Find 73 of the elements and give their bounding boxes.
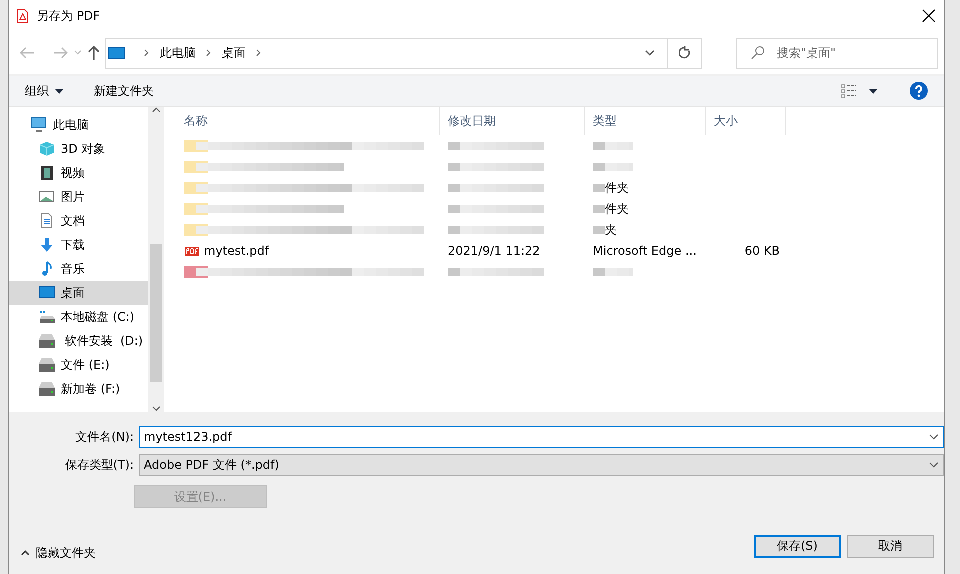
pixelated-redaction	[593, 266, 633, 278]
file-date: 2021/9/1 11:22	[448, 242, 540, 260]
sidebar-item[interactable]: 软件安装 (D:)	[9, 329, 148, 353]
scrollbar[interactable]	[148, 107, 164, 412]
help-icon[interactable]	[910, 82, 928, 100]
sidebar-item[interactable]: 图片	[9, 185, 148, 209]
search-field[interactable]: 搜索"桌面"	[736, 38, 938, 68]
drive-icon	[39, 333, 55, 349]
file-type: Microsoft Edge ...	[593, 242, 697, 260]
chevron-icon	[144, 49, 150, 57]
field-label: 文件名(N):	[74, 429, 134, 446]
sidebar-item[interactable]: 音乐	[9, 257, 148, 281]
breadcrumb-item[interactable]: 此电脑	[160, 44, 196, 62]
file-size: 60 KB	[744, 242, 780, 260]
dropdown-icon[interactable]	[645, 50, 655, 56]
sidebar-item[interactable]: 下载	[9, 233, 148, 257]
scroll-down-icon[interactable]	[152, 406, 160, 412]
file-type: 夹	[605, 222, 617, 238]
film-icon	[39, 165, 55, 181]
dropdown-icon	[929, 462, 939, 468]
monitor-icon	[39, 285, 55, 301]
window-title: 另存为 PDF	[37, 8, 100, 25]
filename-field[interactable]: mytest123.pdf	[139, 426, 944, 448]
drive-icon	[39, 381, 55, 397]
filetype-dropdown[interactable]: Adobe PDF 文件 (*.pdf)	[139, 454, 944, 476]
hide-folders-toggle[interactable]: 隐藏文件夹	[21, 544, 96, 562]
drive-icon	[39, 309, 55, 325]
sidebar-item[interactable]: 3D 对象	[9, 137, 148, 161]
save-button[interactable]: 保存(S)	[754, 534, 841, 558]
column-header[interactable]: 名称	[176, 107, 440, 135]
refresh-icon[interactable]	[678, 46, 690, 60]
sidebar-item[interactable]: 文档	[9, 209, 148, 233]
pixelated-redaction	[593, 140, 633, 152]
sidebar-item[interactable]: 本地磁盘 (C:)	[9, 305, 148, 329]
caret-icon	[55, 88, 64, 94]
monitor-icon	[108, 46, 126, 60]
cancel-button[interactable]: 取消	[847, 534, 934, 558]
sidebar-item[interactable]: 视频	[9, 161, 148, 185]
sidebar-item[interactable]: 此电脑	[9, 113, 148, 137]
up-icon[interactable]	[87, 45, 101, 61]
file-type: 件夹	[605, 180, 629, 196]
new-folder-button[interactable]: 新建文件夹	[94, 82, 154, 100]
column-header[interactable]: 大小	[706, 107, 786, 135]
scroll-up-icon[interactable]	[152, 107, 160, 113]
chevron-icon	[256, 49, 262, 57]
sidebar-item[interactable]: 桌面	[9, 281, 148, 305]
image-icon	[39, 189, 55, 205]
organize-menu[interactable]: 组织	[25, 82, 64, 100]
drive-icon	[39, 357, 55, 373]
view-icon[interactable]	[841, 84, 857, 98]
download-icon	[39, 237, 55, 253]
close-icon[interactable]	[922, 9, 936, 23]
cube-icon	[39, 141, 55, 157]
pdf-icon	[17, 8, 29, 24]
chevron-up-icon	[21, 550, 30, 556]
monitor-icon	[31, 117, 47, 133]
document-icon	[39, 213, 55, 229]
field-label: 保存类型(T):	[64, 457, 134, 474]
breadcrumb-item[interactable]: 桌面	[222, 44, 246, 62]
column-header[interactable]: 类型	[585, 107, 706, 135]
column-header[interactable]: 修改日期	[440, 107, 585, 135]
pixelated-redaction	[593, 160, 633, 172]
file-type: 件夹	[605, 200, 629, 218]
sidebar-item[interactable]: 新加卷 (F:)	[9, 377, 148, 401]
sidebar-item[interactable]: 文件 (E:)	[9, 353, 148, 377]
chevron-icon	[206, 49, 212, 57]
pixelated-redaction	[593, 224, 605, 236]
file-name[interactable]: mytest.pdf	[204, 242, 270, 260]
pixelated-redaction	[593, 202, 605, 214]
dropdown-icon	[929, 434, 939, 440]
pixelated-redaction	[593, 182, 605, 194]
caret-icon[interactable]	[869, 88, 878, 94]
search-icon	[751, 46, 765, 60]
